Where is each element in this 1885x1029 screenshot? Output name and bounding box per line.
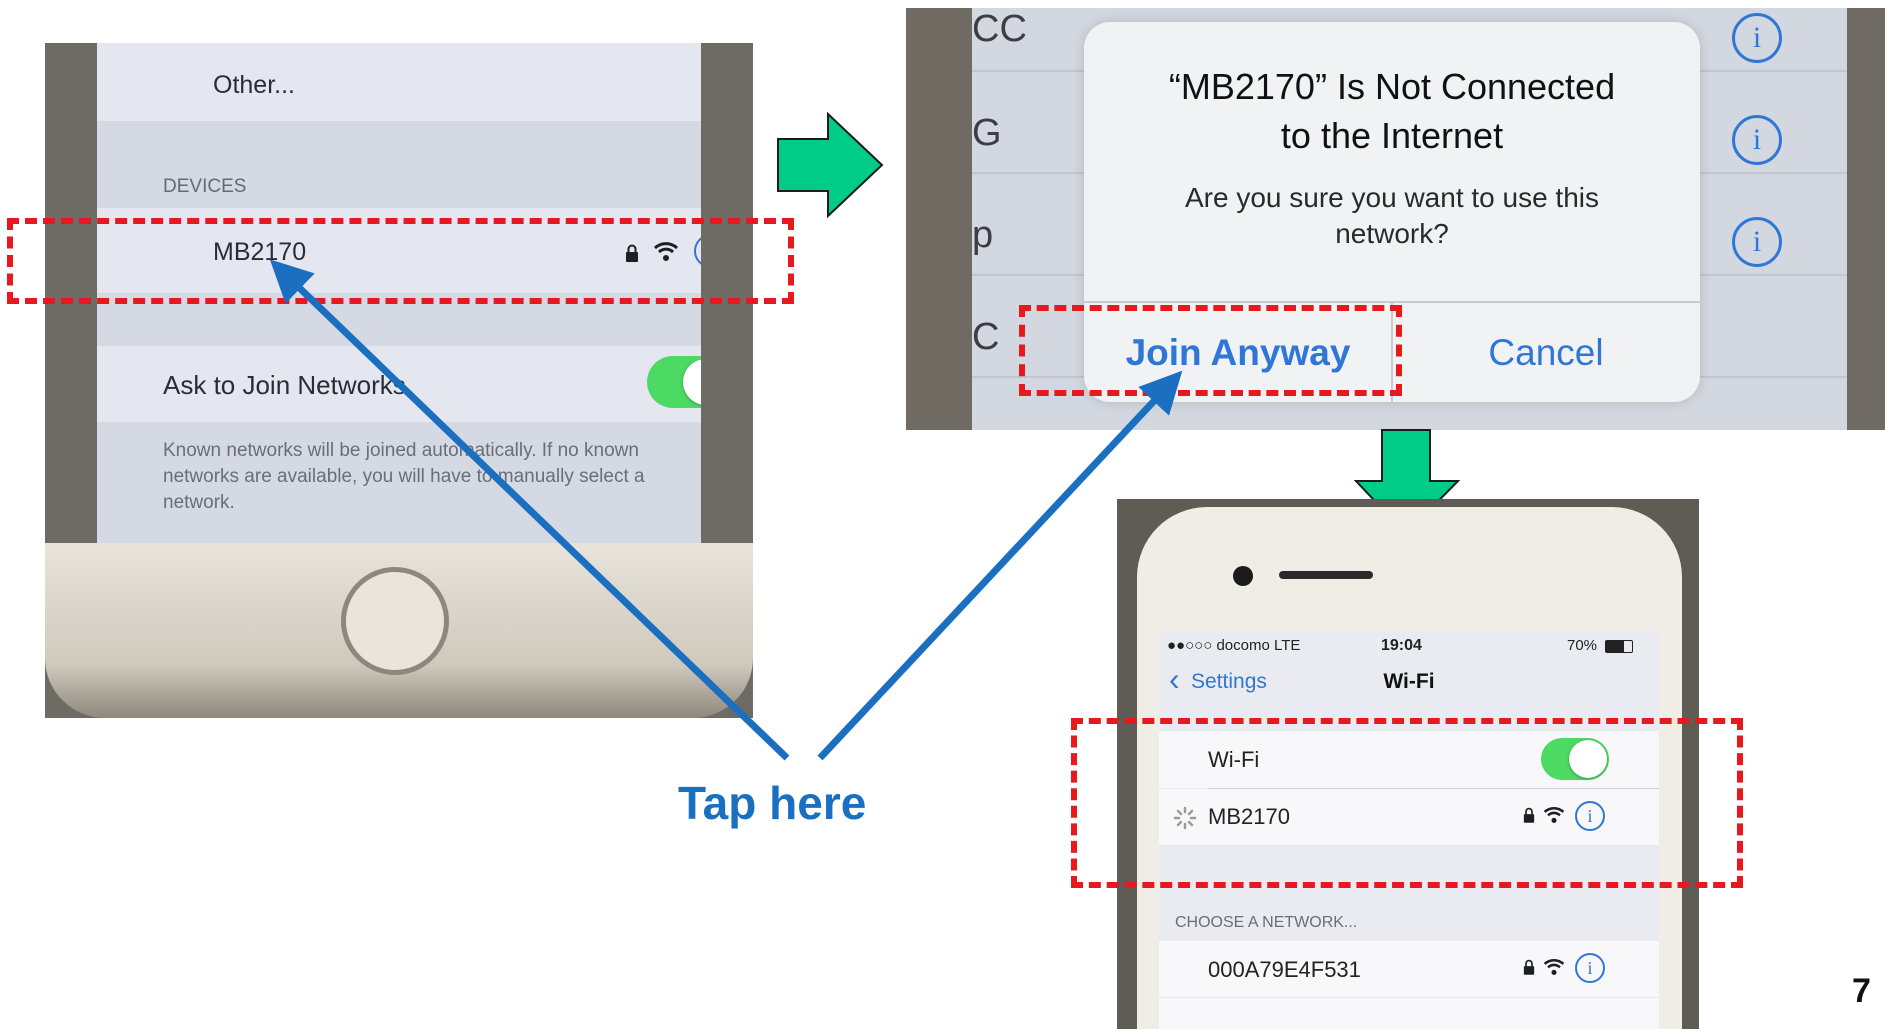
tap-arrows	[269, 259, 1183, 761]
tap-here-label: Tap here	[678, 777, 867, 829]
arrow-to-network-icon	[269, 259, 790, 761]
page-number: 7	[1852, 972, 1871, 1010]
arrow-to-join-anyway-icon	[817, 370, 1183, 761]
